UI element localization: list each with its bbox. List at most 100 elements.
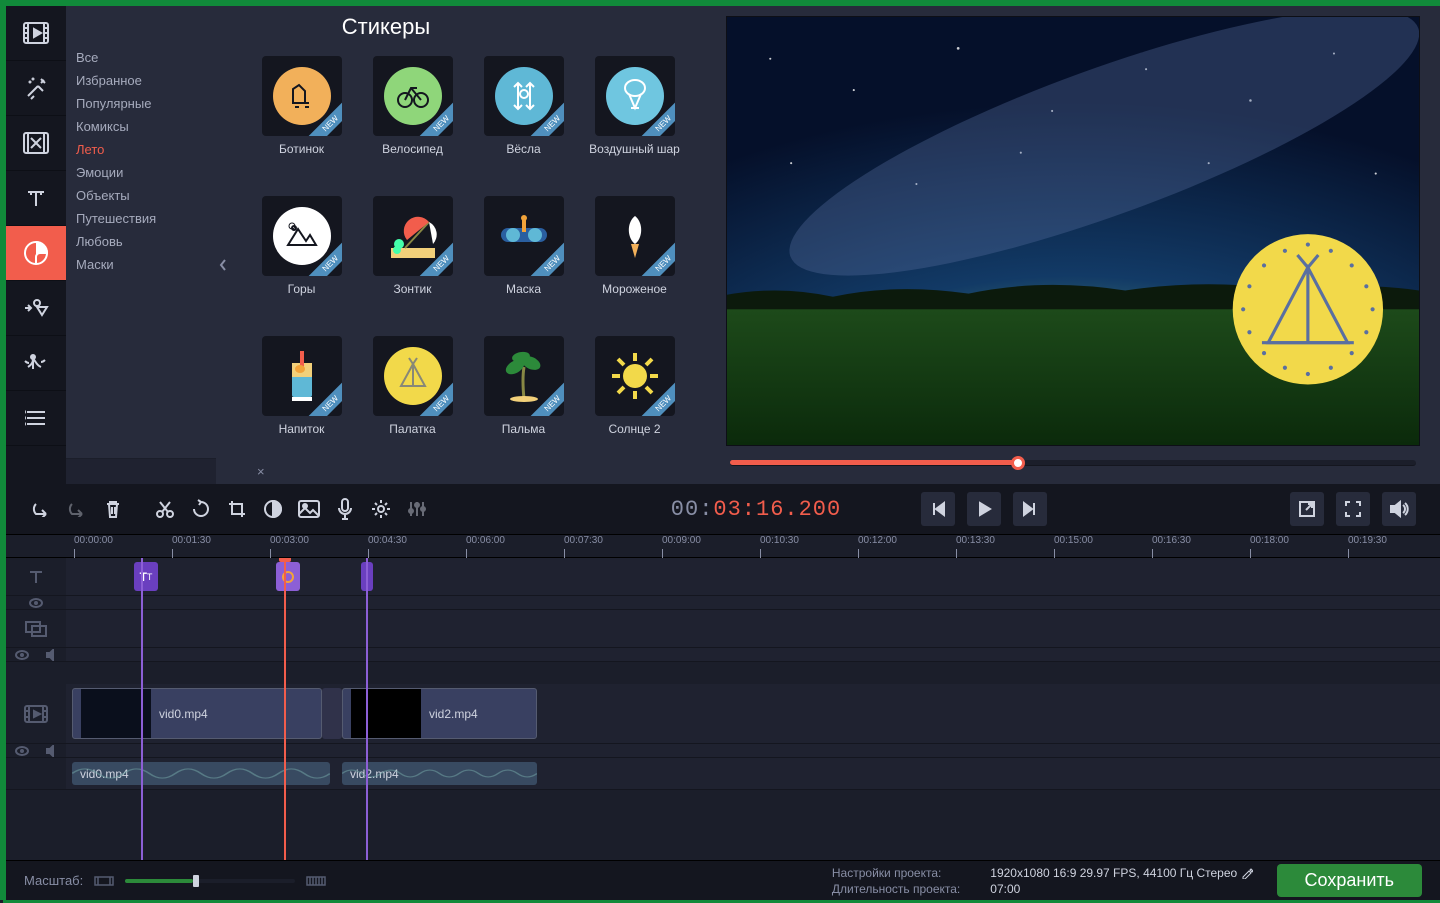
- sticker-item[interactable]: NEWНапиток: [252, 336, 352, 456]
- sticker-item[interactable]: NEWГоры: [252, 196, 352, 316]
- prev-frame-button[interactable]: [921, 492, 955, 526]
- collapse-categories[interactable]: [216, 46, 230, 484]
- toolbar: 00:03:16.200: [6, 484, 1440, 534]
- popout-button[interactable]: [1290, 492, 1324, 526]
- project-duration-value: 07:00: [990, 882, 1252, 896]
- sticker-item[interactable]: NEWСолнце 2: [585, 336, 685, 456]
- sticker-item[interactable]: NEWПальма: [474, 336, 574, 456]
- fullscreen-button[interactable]: [1336, 492, 1370, 526]
- footer-bar: Масштаб: Настройки проекта: 1920x1080 16…: [6, 860, 1440, 900]
- ruler-tick: 00:06:00: [466, 535, 505, 546]
- video-clip-1[interactable]: vid0.mp4: [72, 688, 322, 739]
- eye-icon[interactable]: [29, 598, 43, 608]
- text-icon: [28, 569, 44, 585]
- ruler-tick: 00:07:30: [564, 535, 603, 546]
- tab-filters[interactable]: [6, 61, 66, 116]
- rotate-button[interactable]: [184, 492, 218, 526]
- video-track-head[interactable]: [6, 684, 66, 743]
- transition-gap[interactable]: [322, 688, 342, 739]
- sticker-item[interactable]: NEWВёсла: [474, 56, 574, 176]
- stickers-panel: Стикеры ВсеИзбранноеПопулярныеКомиксыЛет…: [66, 6, 706, 484]
- tab-media[interactable]: [6, 6, 66, 61]
- sticker-item[interactable]: NEWМаска: [474, 196, 574, 316]
- speaker-icon[interactable]: [46, 745, 58, 757]
- sticker-item[interactable]: NEWЗонтик: [363, 196, 463, 316]
- zoom-in-icon[interactable]: [305, 873, 327, 889]
- crop-button[interactable]: [220, 492, 254, 526]
- ruler-tick: 00:15:00: [1054, 535, 1093, 546]
- save-button[interactable]: Сохранить: [1277, 864, 1422, 897]
- undo-button[interactable]: [24, 492, 58, 526]
- category-item[interactable]: Объекты: [66, 184, 216, 207]
- category-item[interactable]: Любовь: [66, 230, 216, 253]
- category-item[interactable]: Избранное: [66, 69, 216, 92]
- sticker-item[interactable]: NEWВоздушный шар: [585, 56, 685, 176]
- play-button[interactable]: [967, 492, 1001, 526]
- category-item[interactable]: Путешествия: [66, 207, 216, 230]
- audio-track-lane[interactable]: vid0.mp4 vid2.mp4: [66, 758, 1440, 789]
- redo-button[interactable]: [60, 492, 94, 526]
- video-clip-2[interactable]: vid2.mp4: [342, 688, 537, 739]
- ruler-tick: 00:00:00: [74, 535, 113, 546]
- sticker-item[interactable]: NEWВелосипед: [363, 56, 463, 176]
- tool-sidebar: [6, 6, 66, 484]
- equalizer-button[interactable]: [400, 492, 434, 526]
- category-item[interactable]: Комиксы: [66, 115, 216, 138]
- category-item[interactable]: Лето: [66, 138, 216, 161]
- tab-transitions[interactable]: [6, 116, 66, 171]
- color-button[interactable]: [256, 492, 290, 526]
- tab-more[interactable]: [6, 391, 66, 446]
- tab-stickers[interactable]: [6, 226, 66, 281]
- timeline: TT: [6, 558, 1440, 860]
- sticker-grid: NEWБотинокNEWВелосипедNEWВёслаNEWВоздушн…: [230, 46, 706, 484]
- sticker-item[interactable]: NEWПалатка: [363, 336, 463, 456]
- eye-icon[interactable]: [15, 746, 29, 756]
- sticker-label: Маска: [506, 282, 541, 296]
- ruler-tick: 00:03:00: [270, 535, 309, 546]
- ruler-tick: 00:18:00: [1250, 535, 1289, 546]
- overlay-track-head[interactable]: [6, 610, 66, 647]
- title-clip-1[interactable]: TT: [134, 562, 158, 591]
- zoom-label: Масштаб:: [24, 873, 83, 888]
- clip-properties-button[interactable]: [364, 492, 398, 526]
- audio-clip-1[interactable]: vid0.mp4: [72, 762, 330, 785]
- audio-clip-2[interactable]: vid2.mp4: [342, 762, 537, 785]
- tab-callouts[interactable]: [6, 281, 66, 336]
- tab-titles[interactable]: [6, 171, 66, 226]
- video-track-lane[interactable]: vid0.mp4 vid2.mp4: [66, 684, 1440, 743]
- zoom-control: Масштаб:: [24, 873, 327, 889]
- delete-button[interactable]: [96, 492, 130, 526]
- zoom-slider[interactable]: [125, 879, 295, 883]
- sticker-label: Палатка: [389, 422, 435, 436]
- project-settings-value: 1920x1080 16:9 29.97 FPS, 44100 Гц Стере…: [990, 866, 1237, 880]
- zoom-out-icon[interactable]: [93, 873, 115, 889]
- ruler-tick: 00:01:30: [172, 535, 211, 546]
- timecode-display: 00:03:16.200: [671, 497, 841, 522]
- sticker-item[interactable]: NEWБотинок: [252, 56, 352, 176]
- timeline-ruler[interactable]: 00:00:0000:01:3000:03:0000:04:3000:06:00…: [6, 534, 1440, 558]
- edit-settings-icon[interactable]: [1241, 867, 1253, 879]
- eye-icon[interactable]: [15, 650, 29, 660]
- ruler-tick: 00:10:30: [760, 535, 799, 546]
- sticker-label: Вёсла: [506, 142, 540, 156]
- speaker-icon[interactable]: [46, 649, 58, 661]
- sticker-item[interactable]: NEWМороженое: [585, 196, 685, 316]
- record-audio-button[interactable]: [328, 492, 362, 526]
- preview-scrubber[interactable]: [726, 446, 1420, 480]
- sticker-label: Ботинок: [279, 142, 324, 156]
- category-item[interactable]: Эмоции: [66, 161, 216, 184]
- title-track-lane[interactable]: TT: [66, 558, 1440, 595]
- category-item[interactable]: Популярные: [66, 92, 216, 115]
- title-clip-2[interactable]: [276, 562, 300, 591]
- snapshot-button[interactable]: [292, 492, 326, 526]
- volume-button[interactable]: [1382, 492, 1416, 526]
- tab-animation[interactable]: [6, 336, 66, 391]
- title-track-head[interactable]: [6, 558, 66, 595]
- overlay-track-lane[interactable]: [66, 610, 1440, 647]
- next-frame-button[interactable]: [1013, 492, 1047, 526]
- preview-video[interactable]: [726, 16, 1420, 446]
- category-item[interactable]: Все: [66, 46, 216, 69]
- panel-title: Стикеры: [66, 6, 706, 46]
- category-item[interactable]: Маски: [66, 253, 216, 276]
- split-button[interactable]: [148, 492, 182, 526]
